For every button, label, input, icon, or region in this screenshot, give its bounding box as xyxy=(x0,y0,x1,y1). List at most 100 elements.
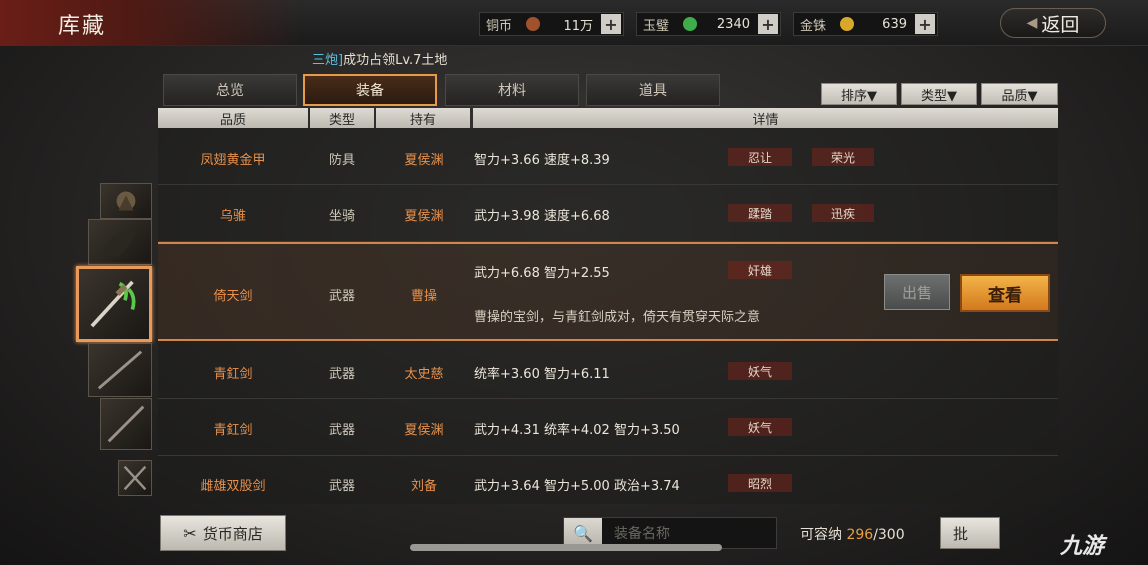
add-jade-button[interactable]: + xyxy=(758,14,778,34)
tab-overview[interactable]: 总览 xyxy=(163,74,297,106)
system-notice: 三炮]成功占领Lv.7土地 xyxy=(312,49,447,68)
sword-icon xyxy=(90,280,136,328)
watermark-text: 九游 xyxy=(1060,534,1105,559)
watermark-logo: 九游 xyxy=(1060,528,1104,560)
currency-label: 铜币 xyxy=(486,18,513,34)
horizontal-scrollbar[interactable] xyxy=(410,544,722,551)
currency-label: 玉璧 xyxy=(643,18,670,34)
currency-jade: 玉璧 2340 + xyxy=(636,12,781,36)
type-dropdown[interactable]: 类型▼ xyxy=(901,83,977,105)
skill-tag: 迅疾 xyxy=(812,204,874,222)
search-input[interactable]: 装备名称 xyxy=(614,523,670,543)
title-plate xyxy=(0,0,300,46)
currency-label: 金铢 xyxy=(800,18,827,34)
item-name: 雌雄双股剑 xyxy=(200,479,266,494)
table-row[interactable]: 凤翅黄金甲 防具 夏侯渊 智力+3.66 速度+8.39 忍让 荣光 xyxy=(158,129,1058,185)
notice-text: 成功占领Lv.7土地 xyxy=(343,53,448,68)
item-type: 坐骑 xyxy=(328,209,355,224)
table-row[interactable]: 雌雄双股剑 武器 刘备 武力+3.64 智力+5.00 政治+3.74 昭烈 xyxy=(158,457,1058,503)
currency-gold: 金铢 639 + xyxy=(793,12,938,36)
table-row[interactable]: 青釭剑 武器 夏侯渊 武力+4.31 统率+4.02 智力+3.50 妖气 xyxy=(158,400,1058,456)
item-name: 青釭剑 xyxy=(213,367,253,382)
skill-tag: 昭烈 xyxy=(728,474,792,492)
item-owner: 夏侯渊 xyxy=(404,209,444,224)
column-quality[interactable]: 品质 xyxy=(158,108,308,128)
item-owner: 夏侯渊 xyxy=(404,153,444,168)
item-thumbnail[interactable] xyxy=(100,398,152,450)
back-arrow-icon: ◀ xyxy=(1026,15,1038,31)
currency-amount: 11万 xyxy=(563,18,593,34)
item-owner: 太史慈 xyxy=(404,367,444,382)
sword-icon xyxy=(107,405,145,443)
bulk-action-button[interactable]: 批 xyxy=(940,517,1000,549)
column-type[interactable]: 类型 xyxy=(310,108,374,128)
gold-coin-icon xyxy=(840,17,854,31)
back-label: 返回 xyxy=(1041,13,1080,36)
add-gold-button[interactable]: + xyxy=(915,14,935,34)
skill-tag: 妖气 xyxy=(728,418,792,436)
view-button[interactable]: 查看 xyxy=(960,274,1050,312)
quality-dropdown[interactable]: 品质▼ xyxy=(981,83,1058,105)
twin-swords-icon xyxy=(123,465,147,491)
back-button[interactable]: ◀ 返回 xyxy=(1000,8,1106,38)
tab-items[interactable]: 道具 xyxy=(586,74,720,106)
item-type: 防具 xyxy=(328,153,355,168)
sort-dropdown[interactable]: 排序▼ xyxy=(821,83,897,105)
item-stats: 武力+4.31 统率+4.02 智力+3.50 xyxy=(474,423,680,438)
shop-label: 货币商店 xyxy=(202,524,263,543)
bulk-label: 批 xyxy=(953,524,969,543)
item-type: 武器 xyxy=(328,367,355,382)
skill-tag: 忍让 xyxy=(728,148,792,166)
item-thumbnail[interactable] xyxy=(88,219,152,265)
add-copper-button[interactable]: + xyxy=(601,14,621,34)
item-stats: 武力+3.64 智力+5.00 政治+3.74 xyxy=(474,479,680,494)
item-description: 曹操的宝剑，与青釭剑成对，倚天有贯穿天际之意 xyxy=(474,310,761,325)
item-owner: 曹操 xyxy=(410,289,437,304)
item-stats: 武力+6.68 智力+2.55 xyxy=(474,266,610,281)
item-thumbnail[interactable] xyxy=(88,343,152,397)
currency-copper: 铜币 11万 + xyxy=(479,12,624,36)
horse-icon xyxy=(102,225,136,257)
capacity-display: 可容纳 296/300 xyxy=(800,524,905,544)
item-name: 青釭剑 xyxy=(213,423,253,438)
copper-coin-icon xyxy=(526,17,540,31)
capacity-max: /300 xyxy=(873,527,905,543)
armor-icon xyxy=(116,191,136,211)
item-name: 倚天剑 xyxy=(213,289,253,304)
capacity-current: 296 xyxy=(846,527,874,543)
item-stats: 智力+3.66 速度+8.39 xyxy=(474,153,610,168)
tab-equipment[interactable]: 装备 xyxy=(303,74,437,106)
jade-coin-icon xyxy=(683,17,697,31)
skill-tag: 荣光 xyxy=(812,148,874,166)
page-title: 库藏 xyxy=(58,14,107,39)
item-stats: 武力+3.98 速度+6.68 xyxy=(474,209,610,224)
item-owner: 刘备 xyxy=(410,479,437,494)
sword-icon xyxy=(97,350,143,390)
skill-tag: 蹂踏 xyxy=(728,204,792,222)
currency-amount: 639 xyxy=(882,16,907,32)
currency-shop-button[interactable]: ✂ 货币商店 xyxy=(160,515,286,551)
currency-amount: 2340 xyxy=(716,16,750,32)
item-thumbnail[interactable] xyxy=(118,460,152,496)
item-stats: 统率+3.60 智力+6.11 xyxy=(474,367,610,382)
column-owner[interactable]: 持有 xyxy=(376,108,470,128)
item-thumbnail-selected[interactable] xyxy=(76,266,152,342)
skill-tag: 妖气 xyxy=(728,362,792,380)
table-row-selected[interactable]: 倚天剑 武器 曹操 武力+6.68 智力+2.55 奸雄 曹操的宝剑，与青釭剑成… xyxy=(158,242,1058,341)
skill-tag: 奸雄 xyxy=(728,261,792,279)
table-row[interactable]: 乌骓 坐骑 夏侯渊 武力+3.98 速度+6.68 蹂踏 迅疾 xyxy=(158,186,1058,242)
item-type: 武器 xyxy=(328,423,355,438)
item-name: 凤翅黄金甲 xyxy=(200,153,266,168)
tab-materials[interactable]: 材料 xyxy=(445,74,579,106)
notice-highlight: 三炮] xyxy=(312,53,344,68)
item-type: 武器 xyxy=(328,289,355,304)
sell-button[interactable]: 出售 xyxy=(884,274,950,310)
column-details: 详情 xyxy=(473,108,1058,128)
item-owner: 夏侯渊 xyxy=(404,423,444,438)
item-name: 乌骓 xyxy=(219,209,246,224)
item-type: 武器 xyxy=(328,479,355,494)
top-bar: 库藏 铜币 11万 + 玉璧 2340 + 金铢 639 + ◀ 返回 xyxy=(0,0,1148,46)
item-thumbnail[interactable] xyxy=(100,183,152,219)
shop-icon: ✂ xyxy=(183,523,197,543)
table-row[interactable]: 青釭剑 武器 太史慈 统率+3.60 智力+6.11 妖气 xyxy=(158,343,1058,399)
